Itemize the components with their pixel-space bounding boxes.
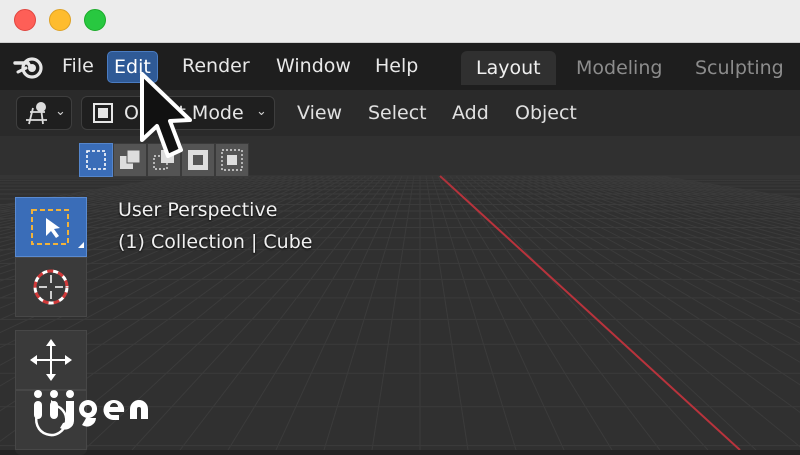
3d-viewport-icon — [26, 102, 47, 125]
move-tool-button[interactable] — [15, 330, 87, 390]
select-box-icon — [31, 209, 84, 248]
blender-logo-icon[interactable] — [12, 53, 46, 81]
close-window-button[interactable] — [14, 9, 36, 31]
window-titlebar — [0, 0, 800, 43]
select-set-icon — [86, 150, 106, 170]
toolbar-group-select — [15, 197, 87, 317]
tab-layout[interactable]: Layout — [461, 51, 556, 85]
x-axis-line — [439, 175, 741, 450]
tab-modeling[interactable]: Modeling — [561, 51, 677, 85]
viewport-collection-label: (1) Collection | Cube — [118, 231, 313, 253]
menu-select[interactable]: Select — [368, 98, 427, 128]
chevron-down-icon: ⌄ — [256, 104, 267, 119]
tab-sculpting[interactable]: Sculpting — [680, 51, 799, 85]
viewport-perspective-label: User Perspective — [118, 199, 278, 221]
menu-window[interactable]: Window — [270, 51, 357, 81]
move-icon — [30, 339, 72, 381]
menu-object[interactable]: Object — [515, 98, 577, 128]
chevron-down-icon: ⌄ — [55, 104, 66, 119]
select-box-tool-button[interactable] — [15, 197, 87, 257]
menu-view[interactable]: View — [297, 98, 342, 128]
select-intersect-button[interactable] — [215, 143, 249, 177]
workspace-tabs: Layout Modeling Sculpting — [460, 47, 800, 85]
mouse-pointer-icon — [140, 72, 192, 158]
menu-file[interactable]: File — [56, 51, 100, 81]
object-mode-icon — [93, 103, 113, 123]
menu-help[interactable]: Help — [369, 51, 424, 81]
minimize-window-button[interactable] — [49, 9, 71, 31]
iijigen-watermark-logo — [34, 390, 148, 430]
zoom-window-button[interactable] — [84, 9, 106, 31]
editor-type-dropdown[interactable]: ⌄ — [16, 96, 72, 130]
viewport-header: ⌄ Object Mode ⌄ View Select Add Object — [0, 90, 800, 136]
select-set-button[interactable] — [79, 143, 113, 177]
cursor-icon — [33, 269, 69, 305]
cursor-tool-button[interactable] — [15, 257, 87, 317]
menu-add[interactable]: Add — [452, 98, 489, 128]
select-intersect-icon — [221, 149, 243, 171]
